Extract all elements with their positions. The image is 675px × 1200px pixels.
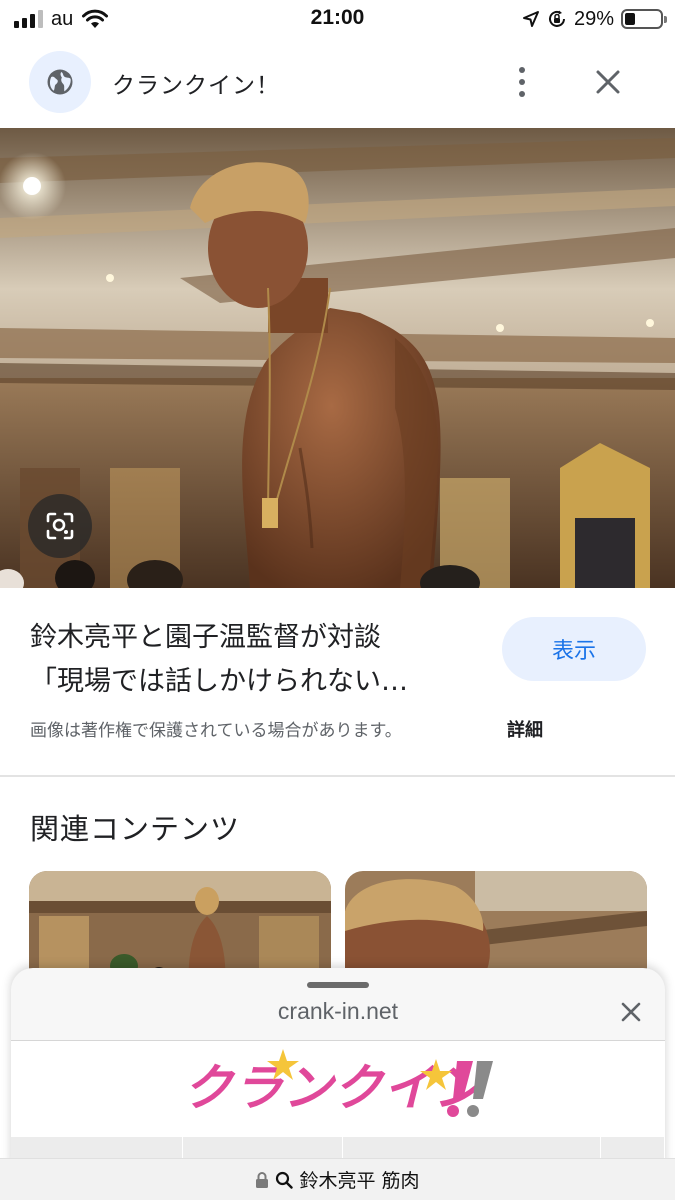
sheet-close-button[interactable] — [613, 994, 649, 1030]
globe-icon — [45, 67, 75, 97]
more-vert-icon — [519, 67, 525, 73]
more-options-button[interactable] — [502, 60, 542, 104]
close-button[interactable] — [588, 62, 628, 102]
status-bar: au 21:00 29% — [0, 0, 675, 38]
search-icon — [275, 1171, 294, 1189]
lens-icon — [45, 511, 75, 541]
orientation-lock-icon — [547, 9, 567, 29]
close-icon — [595, 69, 621, 95]
lens-search-button[interactable] — [28, 494, 92, 558]
preview-image-photo — [0, 128, 675, 588]
status-right: 29% — [522, 6, 667, 32]
details-link[interactable]: 詳細 — [507, 716, 543, 742]
logo-text: クランクイン — [183, 1059, 487, 1117]
more-vert-dot — [519, 91, 525, 97]
battery-icon — [621, 9, 667, 29]
section-divider — [0, 775, 675, 777]
view-button[interactable]: 表示 — [502, 617, 646, 681]
close-icon — [620, 1001, 642, 1023]
preview-image[interactable] — [0, 128, 675, 588]
location-icon — [522, 10, 540, 28]
image-title-line1: 鈴木亮平と園子温監督が対談 — [30, 622, 381, 653]
source-bottom-sheet[interactable]: crank-in.net クランクイン — [11, 968, 665, 1168]
battery-level-fill — [625, 13, 635, 25]
image-title-line2: 「現場では話しかけられない… — [30, 666, 408, 697]
viewer-header: クランクイン！ — [0, 44, 675, 122]
site-title: クランクイン！ — [112, 73, 280, 99]
image-title[interactable]: 鈴木亮平と園子温監督が対談 「現場では話しかけられない… — [30, 616, 480, 704]
browser-url-bar[interactable]: 鈴木亮平 筋肉 — [0, 1158, 675, 1200]
search-query: 鈴木亮平 筋肉 — [299, 1170, 420, 1192]
lock-icon — [255, 1171, 269, 1189]
sheet-drag-handle[interactable] — [307, 982, 369, 988]
site-favicon — [29, 51, 91, 113]
copyright-notice: 画像は著作権で保護されている場合があります。 — [30, 721, 402, 741]
source-domain: crank-in.net — [277, 998, 399, 1024]
source-page-preview[interactable]: クランクイン — [11, 1041, 665, 1168]
related-heading: 関連コンテンツ — [30, 812, 241, 846]
battery-percent: 29% — [573, 7, 614, 30]
more-vert-dot — [519, 79, 525, 85]
crank-in-logo[interactable]: クランクイン — [181, 1041, 501, 1131]
